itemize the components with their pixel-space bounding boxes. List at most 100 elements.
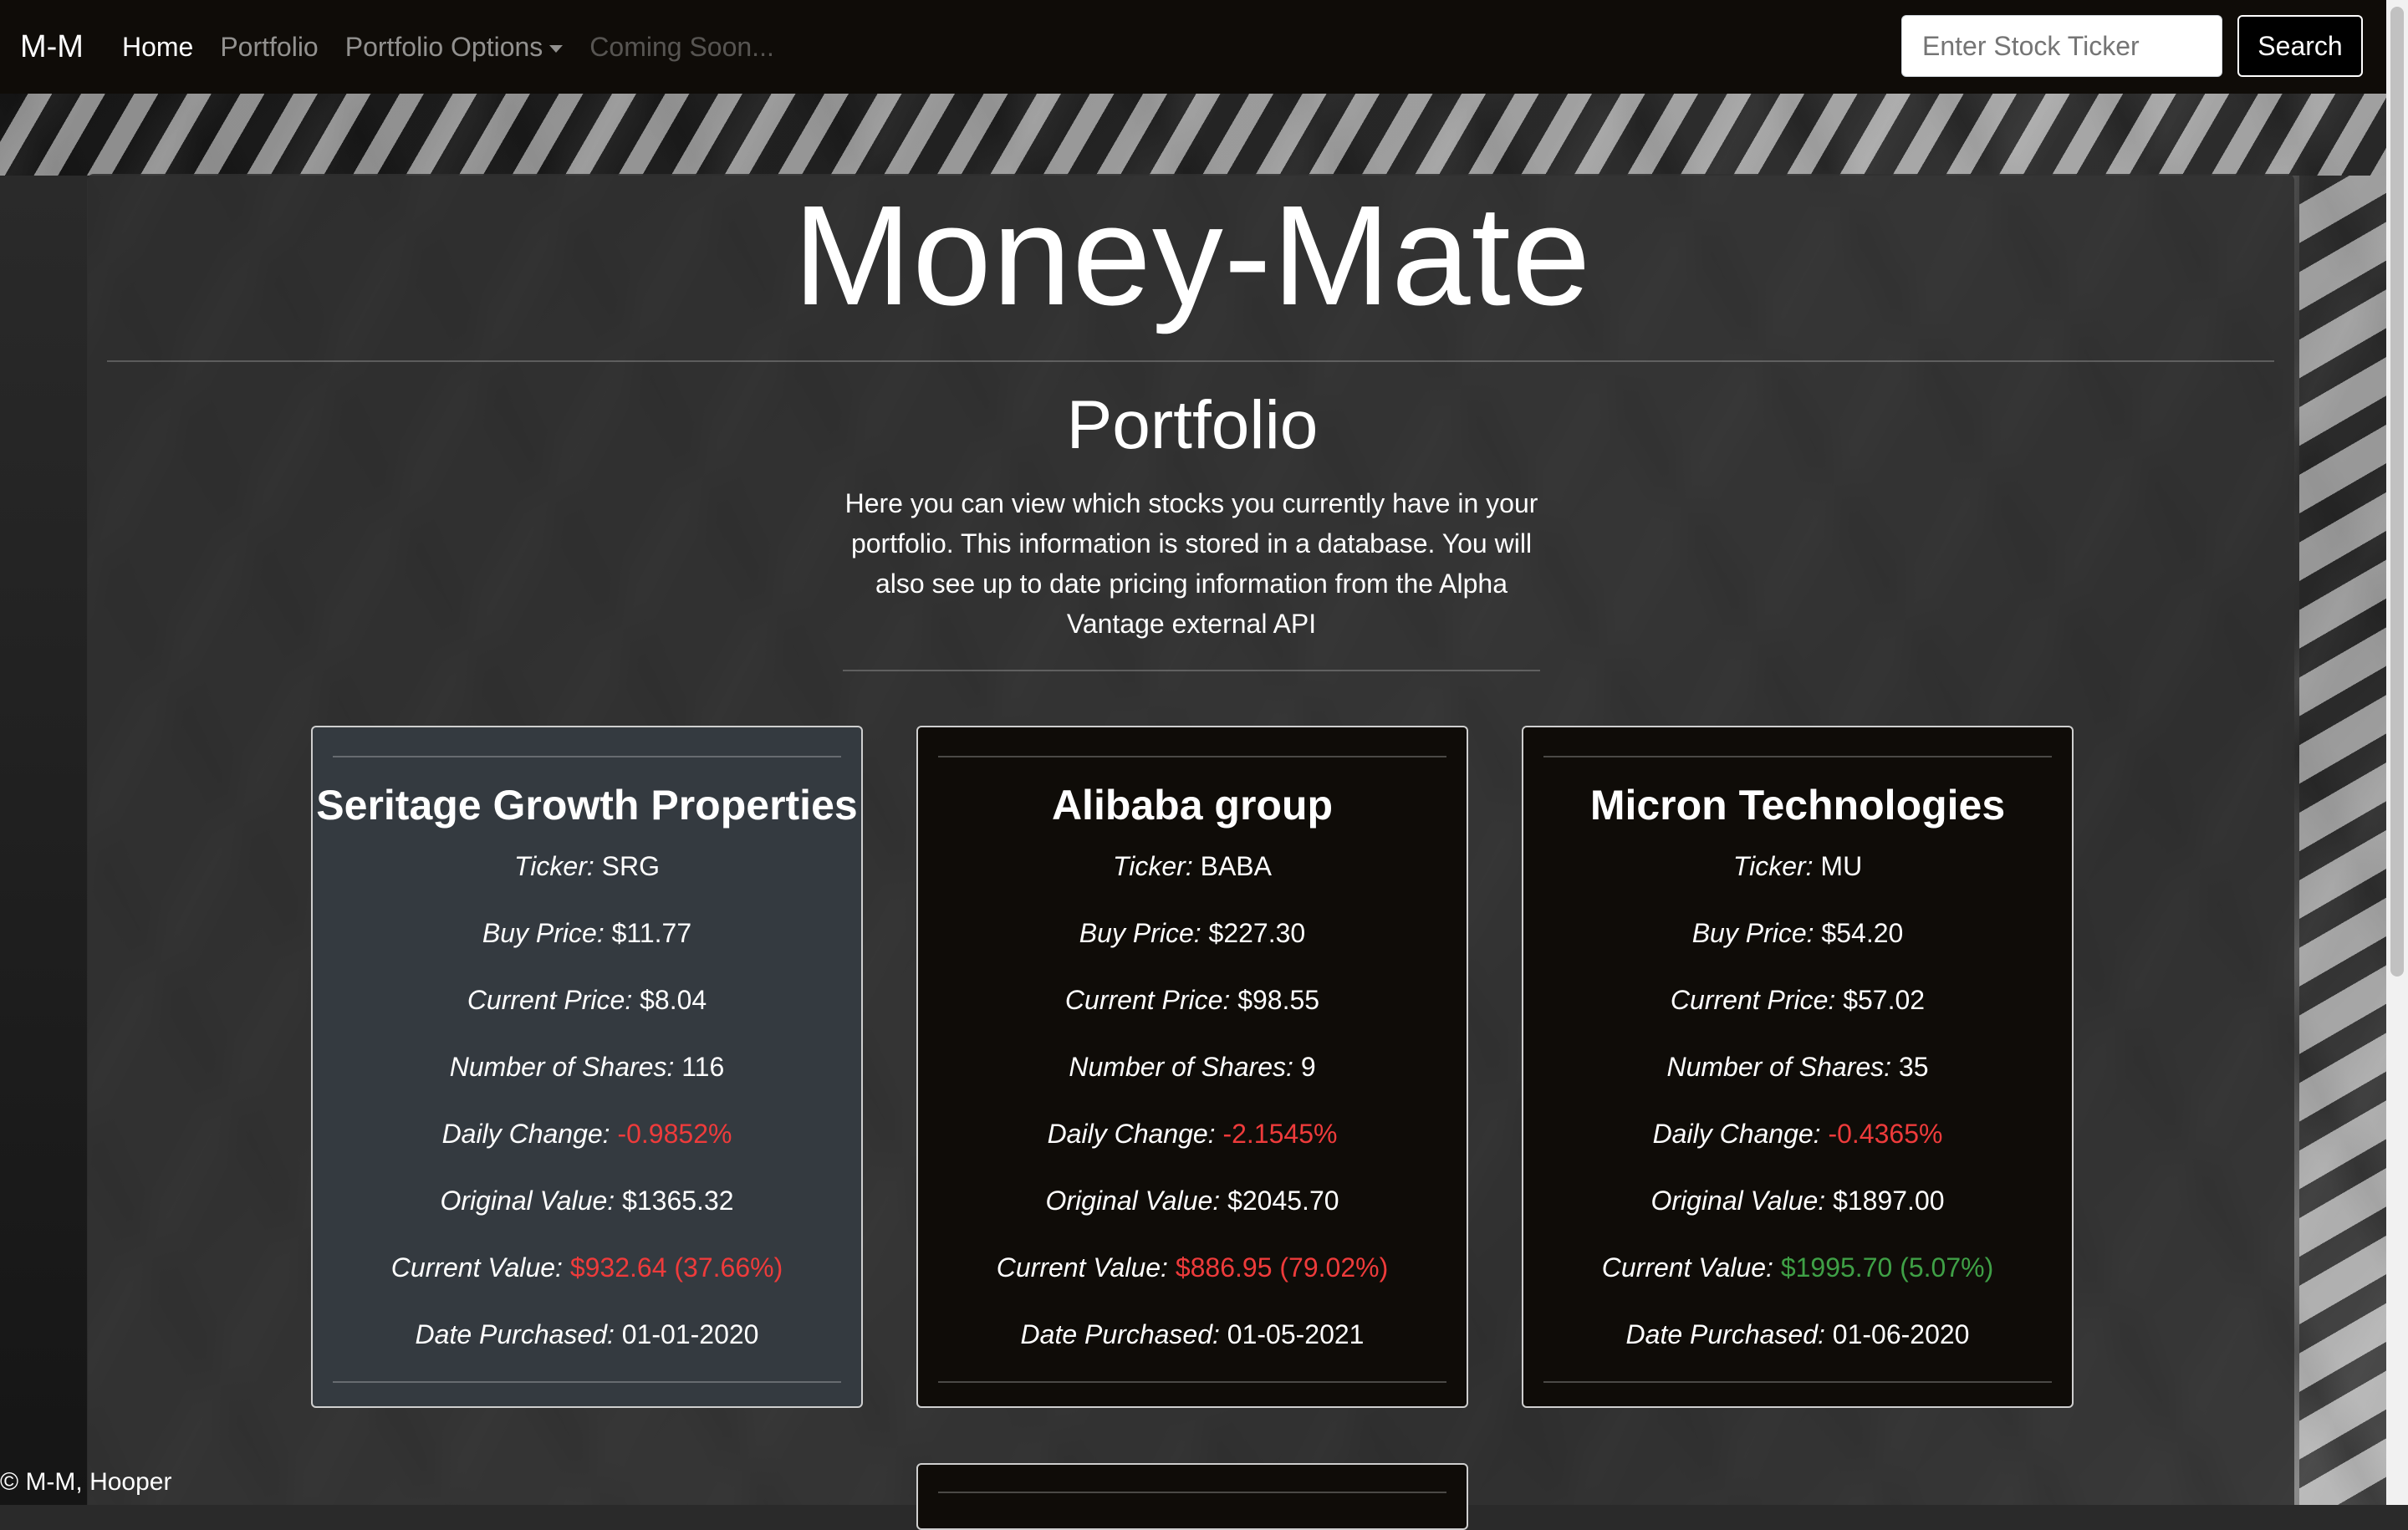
original-value-value: $1897.00 — [1833, 1186, 1945, 1216]
daily-change-value: -0.4365% — [1828, 1119, 1943, 1149]
date-purchased-value: 01-05-2021 — [1227, 1319, 1365, 1349]
ticker-value: SRG — [601, 851, 660, 881]
ticker-row: Ticker: MU — [1523, 851, 2072, 882]
page-title: Money-Mate — [793, 176, 1592, 335]
current-price-row: Current Price: $8.04 — [313, 985, 861, 1016]
current-price-value: $98.55 — [1237, 985, 1320, 1015]
current-value-row: Current Value: $1995.70 (5.07%) — [1523, 1252, 2072, 1283]
date-purchased-label: Date Purchased: — [415, 1319, 615, 1349]
buy-price-value: $11.77 — [611, 918, 692, 948]
current-value-value: $1995.70 (5.07%) — [1780, 1252, 1994, 1283]
stock-card-partial[interactable] — [916, 1463, 1468, 1530]
background-pattern-top — [0, 92, 2408, 176]
ticker-value: MU — [1820, 851, 1863, 881]
current-value-row: Current Value: $886.95 (79.02%) — [918, 1252, 1467, 1283]
current-price-label: Current Price: — [467, 985, 633, 1015]
background-pattern-left — [0, 176, 88, 1505]
current-price-value: $8.04 — [640, 985, 707, 1015]
current-value-value: $886.95 (79.02%) — [1175, 1252, 1389, 1283]
search-form: Search — [1901, 15, 2363, 77]
stock-name: Seritage Growth Properties — [316, 782, 858, 829]
daily-change-label: Daily Change: — [441, 1119, 610, 1149]
ticker-row: Ticker: BABA — [918, 851, 1467, 882]
date-purchased-label: Date Purchased: — [1625, 1319, 1825, 1349]
buy-price-row: Buy Price: $54.20 — [1523, 918, 2072, 949]
original-value-value: $2045.70 — [1227, 1186, 1339, 1216]
stock-card[interactable]: Seritage Growth Properties Ticker: SRG B… — [311, 726, 863, 1408]
date-purchased-value: 01-01-2020 — [621, 1319, 759, 1349]
daily-change-row: Daily Change: -0.4365% — [1523, 1119, 2072, 1150]
card-divider — [938, 756, 1446, 757]
nav-dropdown-label: Portfolio Options — [344, 31, 543, 62]
card-divider — [333, 1381, 841, 1383]
daily-change-label: Daily Change: — [1047, 1119, 1216, 1149]
shares-label: Number of Shares: — [1666, 1052, 1892, 1082]
stock-ticker-input[interactable] — [1901, 15, 2222, 77]
scrollbar-track[interactable] — [2386, 0, 2408, 1505]
original-value-value: $1365.32 — [622, 1186, 734, 1216]
original-value-row: Original Value: $1897.00 — [1523, 1186, 2072, 1216]
card-divider — [1543, 756, 2052, 757]
current-price-row: Current Price: $98.55 — [918, 985, 1467, 1016]
date-purchased-label: Date Purchased: — [1020, 1319, 1220, 1349]
search-button[interactable]: Search — [2237, 15, 2363, 77]
buy-price-label: Buy Price: — [482, 918, 605, 948]
current-value-value: $932.64 (37.66%) — [569, 1252, 783, 1283]
shares-label: Number of Shares: — [1069, 1052, 1293, 1082]
scrollbar-thumb[interactable] — [2390, 7, 2404, 977]
current-price-value: $57.02 — [1843, 985, 1926, 1015]
daily-change-label: Daily Change: — [1652, 1119, 1821, 1149]
ticker-label: Ticker: — [1113, 851, 1193, 881]
nav-link-coming-soon: Coming Soon... — [589, 31, 774, 62]
current-price-label: Current Price: — [1064, 985, 1231, 1015]
ticker-label: Ticker: — [1732, 851, 1814, 881]
daily-change-value: -0.9852% — [617, 1119, 732, 1149]
current-price-label: Current Price: — [1670, 985, 1836, 1015]
current-price-row: Current Price: $57.02 — [1523, 985, 2072, 1016]
shares-value: 116 — [681, 1052, 725, 1082]
section-title: Portfolio — [1066, 387, 1319, 463]
shares-value: 35 — [1898, 1052, 1929, 1082]
title-divider — [107, 360, 2274, 362]
navbar-brand[interactable]: M-M — [20, 29, 84, 65]
original-value-label: Original Value: — [1045, 1186, 1221, 1216]
current-value-row: Current Value: $932.64 (37.66%) — [313, 1252, 861, 1283]
stock-card[interactable]: Alibaba group Ticker: BABA Buy Price: $2… — [916, 726, 1468, 1408]
nav-link-home[interactable]: Home — [122, 32, 193, 63]
ticker-row: Ticker: SRG — [313, 851, 861, 882]
original-value-row: Original Value: $1365.32 — [313, 1186, 861, 1216]
buy-price-row: Buy Price: $11.77 — [313, 918, 861, 949]
current-value-label: Current Value: — [996, 1252, 1168, 1283]
card-divider — [938, 1381, 1446, 1383]
buy-price-value: $54.20 — [1821, 918, 1904, 948]
buy-price-label: Buy Price: — [1691, 918, 1814, 948]
card-divider — [1543, 1381, 2052, 1383]
original-value-row: Original Value: $2045.70 — [918, 1186, 1467, 1216]
shares-row: Number of Shares: 116 — [313, 1052, 861, 1083]
daily-change-value: -2.1545% — [1222, 1119, 1338, 1149]
ticker-label: Ticker: — [514, 851, 594, 881]
daily-change-row: Daily Change: -0.9852% — [313, 1119, 861, 1150]
shares-value: 9 — [1300, 1052, 1316, 1082]
caret-down-icon — [549, 44, 564, 53]
navbar: M-M Home Portfolio Portfolio Options Com… — [0, 0, 2408, 94]
current-value-label: Current Value: — [390, 1252, 563, 1283]
shares-row: Number of Shares: 9 — [918, 1052, 1467, 1083]
date-purchased-row: Date Purchased: 01-01-2020 — [313, 1319, 861, 1350]
stock-name: Micron Technologies — [1589, 782, 2006, 829]
ticker-value: BABA — [1200, 851, 1272, 881]
buy-price-label: Buy Price: — [1079, 918, 1201, 948]
date-purchased-row: Date Purchased: 01-05-2021 — [918, 1319, 1467, 1350]
original-value-label: Original Value: — [440, 1186, 615, 1216]
card-divider — [333, 756, 841, 757]
nav-link-portfolio[interactable]: Portfolio — [220, 32, 318, 63]
buy-price-value: $227.30 — [1208, 918, 1306, 948]
shares-label: Number of Shares: — [449, 1052, 675, 1082]
stock-name: Alibaba group — [1051, 782, 1334, 829]
stock-card[interactable]: Micron Technologies Ticker: MU Buy Price… — [1522, 726, 2074, 1408]
nav-dropdown-portfolio-options[interactable]: Portfolio Options — [345, 32, 564, 63]
shares-row: Number of Shares: 35 — [1523, 1052, 2072, 1083]
card-divider — [938, 1492, 1446, 1493]
footer-copyright: © M-M, Hooper — [0, 1468, 172, 1496]
section-description: Here you can view which stocks you curre… — [844, 488, 1538, 639]
